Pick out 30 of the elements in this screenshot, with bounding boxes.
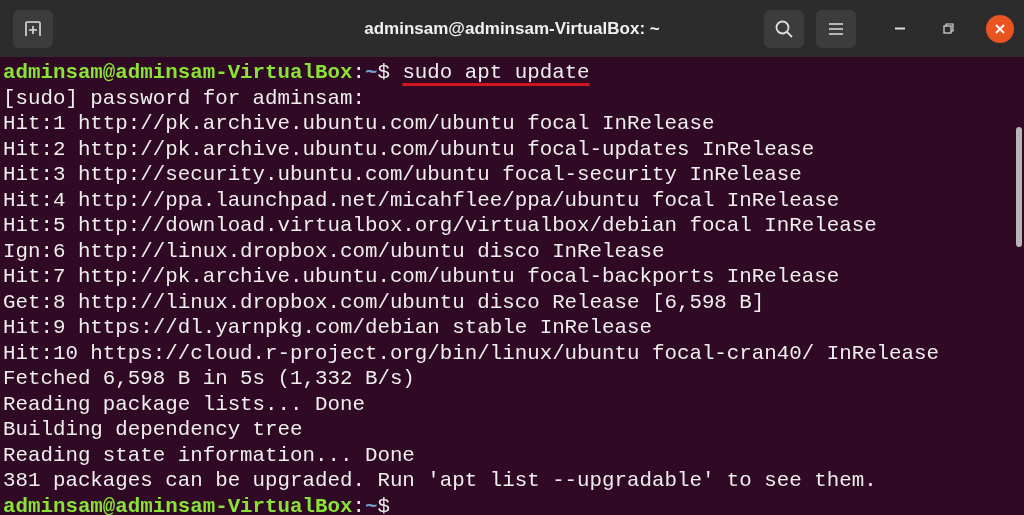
output-line: Reading state information... Done <box>3 443 415 467</box>
output-line: [sudo] password for adminsam: <box>3 86 365 110</box>
window-title: adminsam@adminsam-VirtualBox: ~ <box>364 18 660 39</box>
menu-icon <box>828 21 844 36</box>
menu-button[interactable] <box>816 9 856 48</box>
new-tab-button[interactable] <box>13 9 53 48</box>
restore-icon <box>942 23 954 34</box>
output-line: Hit:10 https://cloud.r-project.org/bin/linux/ubuntu focal-cran40/ InRelease <box>3 341 939 365</box>
output-line: Reading package lists... Done <box>3 392 365 416</box>
output-line: Fetched 6,598 B in 5s (1,332 B/s) <box>3 367 415 390</box>
output-line: 381 packages can be upgraded. Run 'apt list --upgradable' to see them. <box>3 469 877 492</box>
search-button[interactable] <box>764 9 804 48</box>
output-line: Hit:4 http://ppa.launchpad.net/micahflee/ppa/ubuntu focal InRelease <box>3 188 840 212</box>
output-line: Hit:3 http://security.ubuntu.com/ubuntu focal-security InRelease <box>3 163 802 186</box>
prompt-line: adminsam@adminsam-VirtualBox:~$ sudo apt update <box>3 61 590 84</box>
output-line: Hit:7 http://pk.archive.ubuntu.com/ubuntu focal-backports InRelease <box>3 265 840 288</box>
output-line: Get:8 http://linux.dropbox.com/ubuntu disco Release [6,598 B] <box>3 290 765 314</box>
output-line: Building dependency tree <box>3 418 303 441</box>
output-line: Ign:6 http://linux.dropbox.com/ubuntu disco InRelease <box>3 239 665 263</box>
output-line: Hit:2 http://pk.archive.ubuntu.com/ubuntu focal-updates InRelease <box>3 137 815 161</box>
scrollbar-thumb[interactable] <box>1016 127 1022 247</box>
output-line: Hit:9 https://dl.yarnpkg.com/debian stable InRelease <box>3 316 652 339</box>
search-icon <box>774 18 794 39</box>
minimize-icon <box>895 27 905 30</box>
close-icon <box>995 23 1005 34</box>
prompt-line: adminsam@adminsam-VirtualBox:~$ <box>3 494 390 515</box>
output-line: Hit:1 http://pk.archive.ubuntu.com/ubuntu focal InRelease <box>3 112 715 135</box>
new-tab-icon <box>24 19 42 38</box>
close-button[interactable] <box>986 14 1014 43</box>
output-line: Hit:5 http://download.virtualbox.org/virtualbox/debian focal InRelease <box>3 214 877 237</box>
